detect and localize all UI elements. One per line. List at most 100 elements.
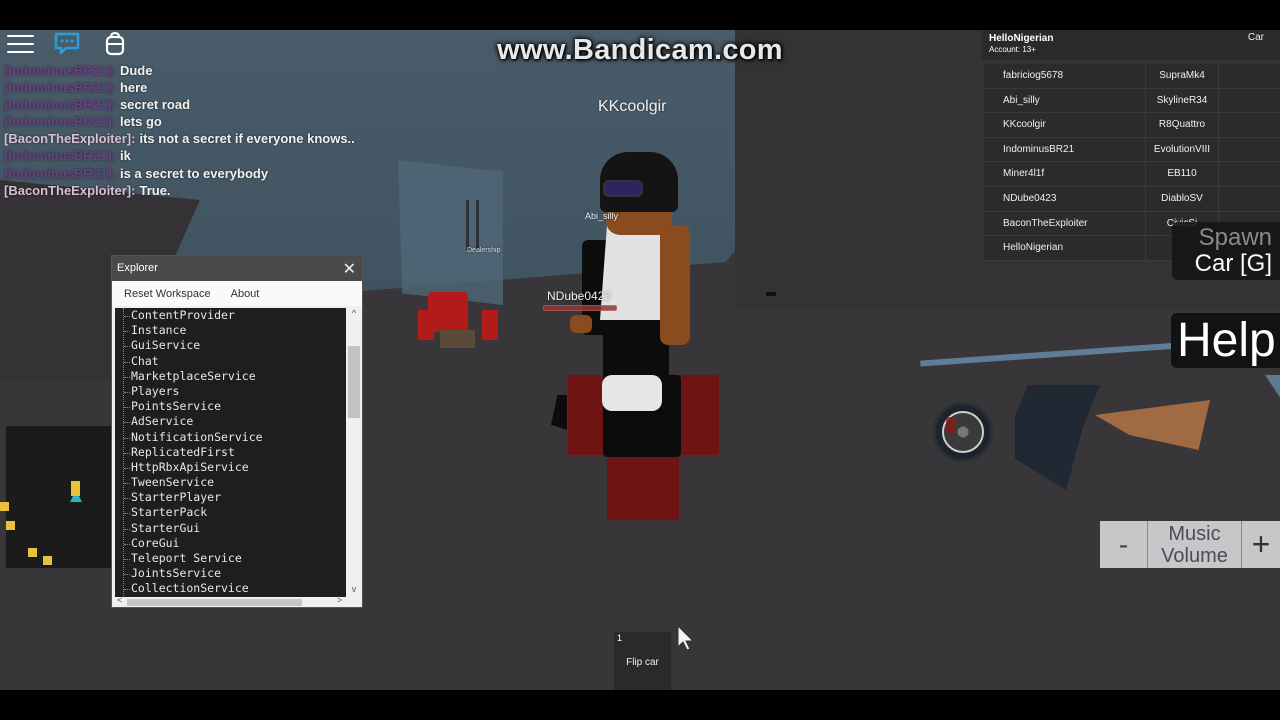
volume-down-button[interactable]: - [1100,521,1148,568]
chat-message: [IndominusBR21]: Dude [4,62,404,79]
explorer-tree-item[interactable]: StarterPack [115,505,346,520]
stat-header-car: Car [1247,32,1264,43]
player-name: IndominusBR21 [984,137,1146,162]
avatar-sunglasses [603,180,643,197]
brake-caliper [946,417,956,433]
player-car: EB110 [1146,162,1219,186]
explorer-titlebar[interactable]: Explorer ✕ [112,256,362,281]
hotbar-slot-number: 1 [617,633,623,643]
vertical-scrollbar[interactable]: ^ v [346,308,362,598]
player-name: fabriciog5678 [984,64,1146,88]
chat-speaker[interactable]: [IndominusBR21]: [4,148,116,163]
about-button[interactable]: About [231,288,260,300]
explorer-tree-item[interactable]: GuiService [115,338,346,353]
chat-speaker[interactable]: [IndominusBR21]: [4,80,116,95]
player-car: DiabloSV [1146,186,1219,211]
chat-message: [IndominusBR21]: secret road [4,96,404,113]
explorer-tree-item[interactable]: ContentProvider [115,308,346,323]
explorer-tree-item[interactable]: StarterGui [115,521,346,536]
scroll-thumb[interactable] [348,346,360,418]
explorer-tree-item[interactable]: HttpRbxApiService [115,460,346,475]
explorer-tree-item[interactable]: MarketplaceService [115,369,346,384]
nametag-ndube0423: NDube0423 [547,289,612,303]
player-stat-empty [1219,89,1280,113]
hotbar-slot-flip-car[interactable]: 1 Flip car [614,632,671,690]
chat-speaker[interactable]: [IndominusBR21]: [4,97,116,112]
chat-speaker[interactable]: [IndominusBR21]: [4,63,116,78]
player-row[interactable]: KKcoolgir R8Quattro [984,113,1280,138]
player-name: BaconTheExploiter [984,211,1146,236]
car-part [1095,400,1210,450]
explorer-tree-item[interactable]: TweenService [115,475,346,490]
spawn-label-line2: Car [G] [1194,250,1272,277]
explorer-tree-item[interactable]: CollectionService [115,581,346,596]
explorer-tree-item[interactable]: Chat [115,354,346,369]
chat-speaker[interactable]: [IndominusBR21]: [4,114,116,129]
player-name: NDube0423 [984,186,1146,211]
scroll-up-icon[interactable]: ^ [346,308,362,322]
dealership-door [398,160,503,305]
scroll-right-icon[interactable]: > [337,595,342,605]
avatar-shoes [602,375,662,411]
music-volume-control: - Music Volume + [1100,521,1280,568]
chat-message: [BaconTheExploiter]: True. [4,182,404,199]
horizontal-scroll-thumb[interactable] [127,599,302,606]
chat-text: lets go [119,114,162,130]
help-button[interactable]: Help [1171,313,1280,368]
chat-text: ik [119,148,131,164]
chat-speaker[interactable]: [BaconTheExploiter]: [4,131,135,146]
explorer-tree-item[interactable]: Teleport Service [115,551,346,566]
hotbar-slot-label: Flip car [626,657,659,668]
chat-message: [IndominusBR21]: ik [4,147,404,164]
explorer-tree-item[interactable]: JointsService [115,566,346,581]
player-name: HelloNigerian [984,236,1146,260]
spawn-car-button[interactable]: Spawn Car [G] [1172,222,1280,280]
scroll-down-icon[interactable]: v [346,584,362,598]
chat-text: its not a secret if everyone knows.. [139,131,355,147]
player-name: Miner4l1f [984,162,1146,186]
car-part [1015,385,1100,490]
close-icon[interactable]: ✕ [343,259,356,279]
explorer-tree-item[interactable]: AdService [115,414,346,429]
explorer-tree-item[interactable]: CoreGui [115,536,346,551]
explorer-tree-item[interactable]: PointsService [115,399,346,414]
minimap[interactable] [0,426,111,568]
health-bar [543,305,617,311]
explorer-menu: Reset Workspace About [112,281,362,306]
player-row[interactable]: Miner4l1f EB110 [984,162,1280,187]
avatar-legs [440,330,475,348]
player-row[interactable]: Abi_silly SkylineR34 [984,88,1280,114]
horizontal-scrollbar[interactable]: < > [115,595,346,607]
explorer-tree-item[interactable]: StarterPlayer [115,490,346,505]
player-car: EvolutionVIII [1146,137,1219,162]
chat-text: is a secret to everybody [119,165,269,181]
chat-message: [IndominusBR21]: is a secret to everybody [4,165,404,182]
chat-text: here [119,80,148,96]
mouse-cursor-icon [677,624,695,651]
explorer-tree-item[interactable]: NotificationService [115,430,346,445]
explorer-tree-item[interactable]: Instance [115,323,346,338]
explorer-tree-item[interactable]: ReplicatedFirst [115,445,346,460]
player-stat-empty [1219,138,1280,162]
explorer-tree-item[interactable]: Players [115,384,346,399]
car-wheel [933,402,993,462]
chat-log: [IndominusBR21]: Dude [IndominusBR21]: here… [4,62,404,199]
scroll-left-icon[interactable]: < [117,595,122,605]
chat-speaker[interactable]: [IndominusBR21]: [4,166,116,181]
player-row[interactable]: fabriciog5678 SupraMk4 [984,64,1280,89]
music-label-line2: Volume [1161,545,1228,567]
explorer-window: Explorer ✕ Reset Workspace About Content… [111,255,363,608]
chat-text: secret road [119,97,191,113]
avatar-arm [660,225,690,345]
player-list-header[interactable]: HelloNigerian Account: 13+ Car [982,30,1280,60]
minimap-marker [0,502,9,511]
explorer-tree[interactable]: ContentProvider Instance GuiService Chat Mar… [115,308,346,598]
player-row[interactable]: NDube0423 DiabloSV [984,186,1280,212]
door-handle [476,200,479,250]
avatar-shorts [607,455,679,520]
account-age: Account: 13+ [989,45,1036,54]
volume-up-button[interactable]: + [1242,521,1280,568]
chat-speaker[interactable]: [BaconTheExploiter]: [4,183,135,198]
player-row[interactable]: IndominusBR21 EvolutionVIII [984,137,1280,163]
reset-workspace-button[interactable]: Reset Workspace [124,288,211,300]
